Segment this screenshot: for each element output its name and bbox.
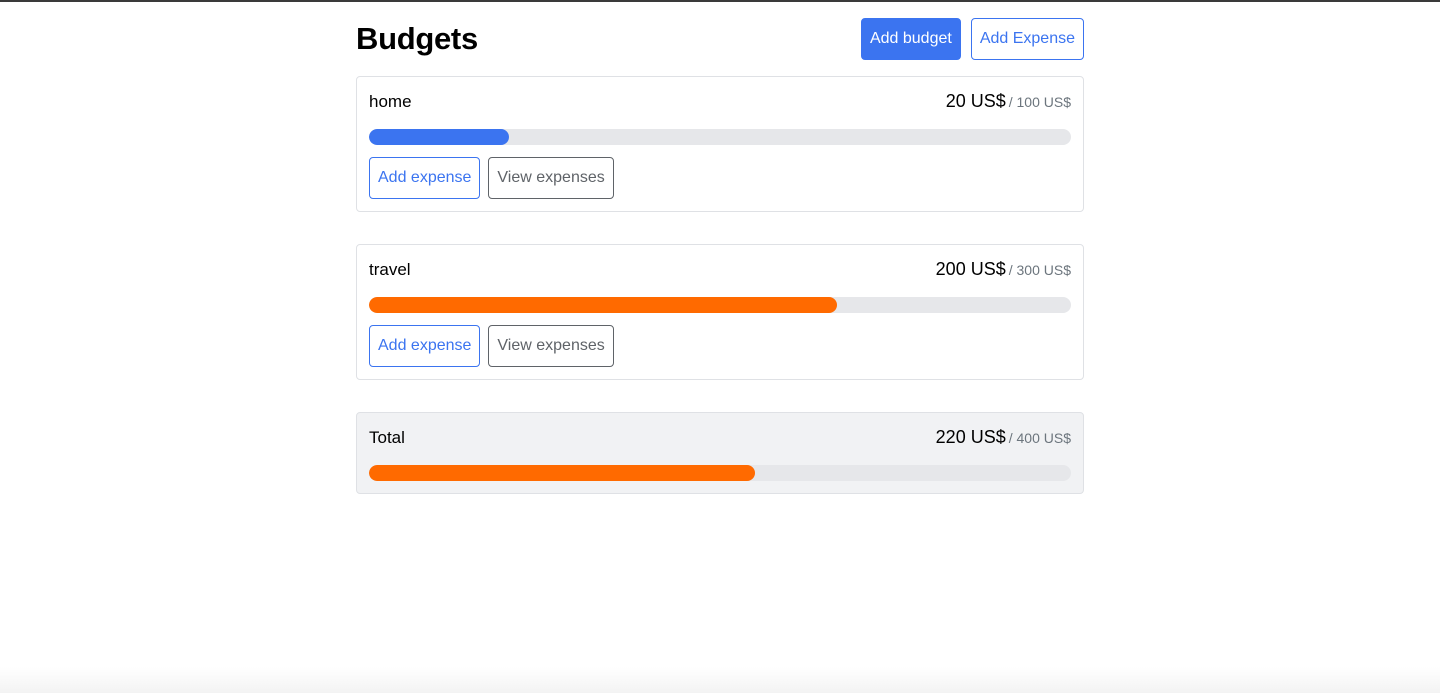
- add-expense-header-button[interactable]: Add Expense: [970, 18, 1084, 60]
- total-progress-bar: [369, 465, 756, 481]
- bottom-shadow: [0, 667, 1440, 693]
- add-expense-button[interactable]: Add expense: [369, 325, 481, 367]
- total-name: Total: [369, 428, 405, 447]
- total-card-header: Total 220 US$/ 400 US$: [369, 427, 1071, 451]
- header-actions: Add budget Add Expense: [860, 18, 1084, 60]
- budget-card-header: home 20 US$/ 100 US$: [369, 91, 1071, 115]
- budget-max: / 300 US$: [1008, 262, 1071, 278]
- budget-max: / 100 US$: [1008, 94, 1071, 110]
- budget-amount: 200 US$: [935, 259, 1006, 279]
- total-amount-group: 220 US$/ 400 US$: [936, 427, 1071, 448]
- page-header: Budgets Add budget Add Expense: [356, 18, 1084, 60]
- page-title: Budgets: [356, 21, 478, 56]
- budget-amount-group: 20 US$/ 100 US$: [946, 91, 1071, 112]
- view-expenses-button[interactable]: View expenses: [488, 325, 614, 367]
- budget-name: home: [369, 92, 412, 111]
- budget-amount-group: 200 US$/ 300 US$: [936, 259, 1071, 280]
- budget-progress-bar: [369, 297, 838, 313]
- budget-card-travel: travel 200 US$/ 300 US$ Add expense View…: [356, 244, 1084, 380]
- budget-name: travel: [369, 260, 411, 279]
- total-amount: 220 US$: [935, 427, 1006, 447]
- budget-card-actions: Add expense View expenses: [369, 157, 1071, 199]
- total-card: Total 220 US$/ 400 US$: [356, 412, 1084, 494]
- budget-progress-bar: [369, 129, 510, 145]
- budget-amount: 20 US$: [945, 91, 1006, 111]
- view-expenses-button[interactable]: View expenses: [488, 157, 614, 199]
- add-budget-button[interactable]: Add budget: [860, 18, 961, 60]
- budget-card-header: travel 200 US$/ 300 US$: [369, 259, 1071, 283]
- add-expense-button[interactable]: Add expense: [369, 157, 481, 199]
- budget-progress: [369, 297, 1071, 313]
- budget-card-home: home 20 US$/ 100 US$ Add expense View ex…: [356, 76, 1084, 212]
- budget-progress: [369, 129, 1071, 145]
- window-top-border: [0, 0, 1440, 2]
- total-max: / 400 US$: [1008, 430, 1071, 446]
- total-progress: [369, 465, 1071, 481]
- budget-card-actions: Add expense View expenses: [369, 325, 1071, 367]
- budgets-container: Budgets Add budget Add Expense home 20 U…: [356, 18, 1084, 494]
